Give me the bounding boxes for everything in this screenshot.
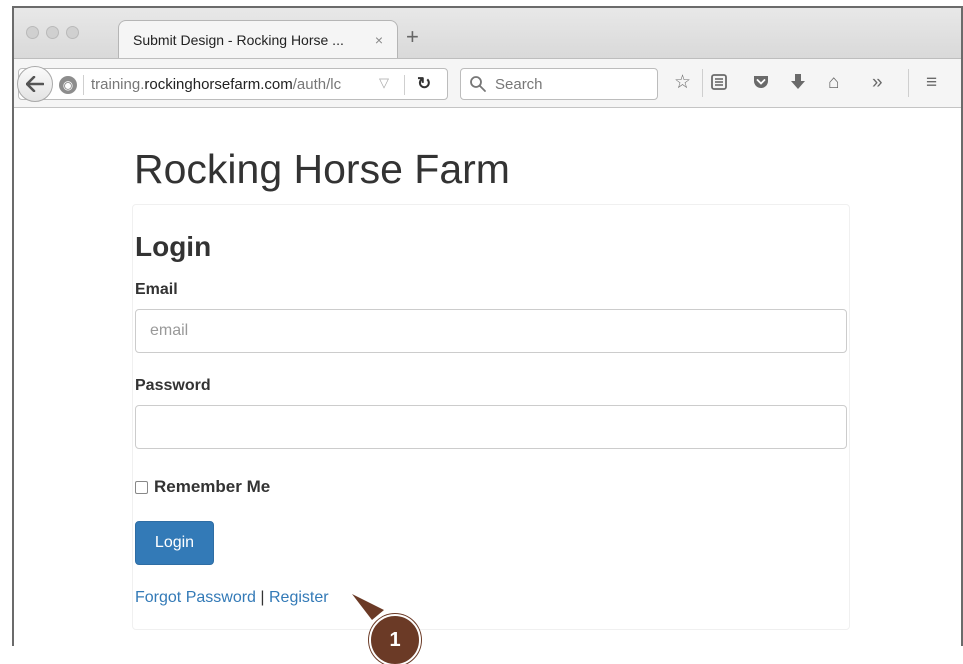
download-svg: [791, 74, 805, 89]
star-icon[interactable]: ☆: [674, 73, 691, 93]
reading-list-icon[interactable]: [710, 73, 728, 96]
search-icon: [470, 76, 486, 92]
url-text[interactable]: training.rockinghorsefarm.com/auth/lc: [91, 76, 371, 93]
toolbar-divider-2: [908, 69, 909, 97]
active-tab[interactable]: Submit Design - Rocking Horse ... ×: [118, 20, 398, 58]
minimize-window-button[interactable]: [46, 26, 59, 39]
browser-window: Submit Design - Rocking Horse ... × + ◉ …: [12, 6, 963, 646]
pocket-icon[interactable]: [752, 73, 770, 96]
toolbar-divider: [702, 69, 703, 97]
url-divider: [83, 75, 84, 95]
back-button[interactable]: [17, 66, 53, 102]
new-tab-button[interactable]: +: [406, 26, 419, 48]
maximize-window-button[interactable]: [66, 26, 79, 39]
pocket-svg: [754, 76, 768, 88]
search-box[interactable]: Search: [460, 68, 658, 100]
tab-title: Submit Design - Rocking Horse ...: [133, 31, 344, 48]
email-field[interactable]: [135, 309, 847, 353]
site-title: Rocking Horse Farm: [134, 146, 510, 192]
forgot-password-link[interactable]: Forgot Password: [135, 589, 256, 606]
link-separator: |: [260, 589, 265, 606]
auth-links: Forgot Password | Register: [135, 589, 329, 607]
globe-icon[interactable]: ◉: [59, 76, 77, 94]
login-heading: Login: [135, 231, 212, 262]
url-prefix: training.: [91, 76, 145, 93]
menu-icon[interactable]: ≡: [926, 73, 937, 93]
home-icon[interactable]: ⌂: [828, 73, 839, 93]
reading-list-svg: [711, 74, 727, 90]
overflow-icon[interactable]: »: [872, 73, 883, 93]
dropdown-icon[interactable]: ▽: [379, 75, 389, 91]
search-placeholder: Search: [495, 75, 543, 93]
page-content: Rocking Horse Farm Login Email Password …: [14, 108, 961, 646]
login-panel: Login Email Password Remember Me Login F…: [132, 204, 850, 630]
login-button[interactable]: Login: [135, 521, 214, 565]
url-divider-2: [404, 75, 405, 95]
download-icon[interactable]: [790, 73, 806, 96]
password-field[interactable]: [135, 405, 847, 449]
tab-strip: Submit Design - Rocking Horse ... × +: [14, 8, 961, 58]
password-label: Password: [135, 377, 211, 394]
navigation-toolbar: ◉ training.rockinghorsefarm.com/auth/lc …: [14, 58, 961, 108]
url-bar[interactable]: ◉ training.rockinghorsefarm.com/auth/lc …: [17, 66, 448, 102]
close-window-button[interactable]: [26, 26, 39, 39]
url-domain: rockinghorsefarm.com: [144, 76, 293, 93]
remember-me-label[interactable]: Remember Me: [154, 477, 270, 497]
register-link[interactable]: Register: [269, 589, 329, 606]
url-path: /auth/lc: [292, 76, 342, 93]
remember-me-row[interactable]: Remember Me: [135, 477, 270, 497]
tab-close-icon[interactable]: ×: [375, 32, 383, 48]
back-arrow-icon: [26, 76, 44, 92]
remember-me-checkbox[interactable]: [135, 480, 148, 494]
email-label: Email: [135, 281, 178, 298]
callout-marker: 1: [369, 614, 421, 664]
reload-icon[interactable]: ↻: [417, 74, 431, 94]
